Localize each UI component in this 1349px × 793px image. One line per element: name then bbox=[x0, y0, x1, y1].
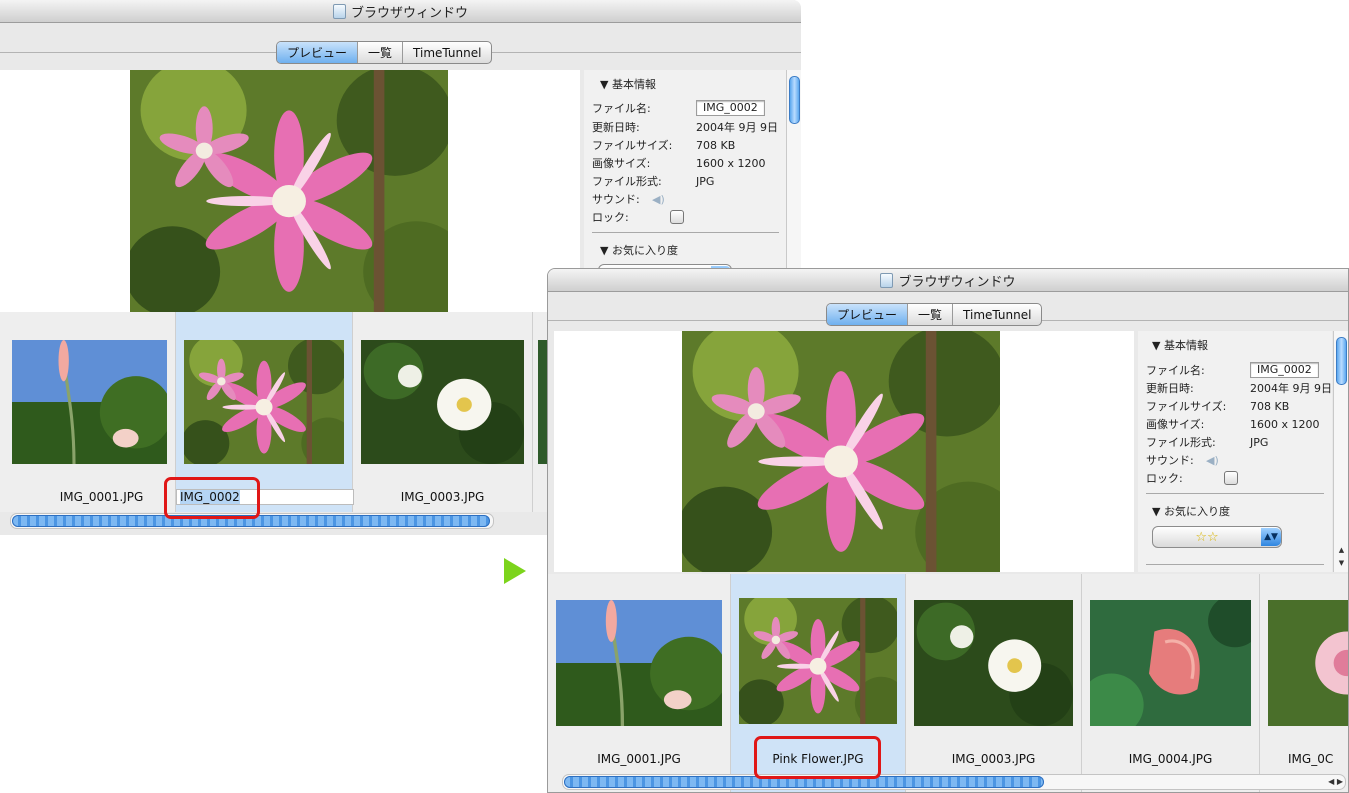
tab-list[interactable]: 一覧 bbox=[908, 304, 954, 325]
info-divider bbox=[592, 232, 779, 233]
info-divider bbox=[1146, 564, 1324, 565]
thumbnail-caption[interactable]: IMG_0003.JPG bbox=[906, 752, 1081, 766]
tab-preview[interactable]: プレビュー bbox=[277, 42, 359, 63]
thumbnail-caption[interactable]: IMG_0C bbox=[1288, 752, 1348, 766]
thumbnail-cell[interactable]: IMG_0C bbox=[1260, 574, 1348, 792]
info-divider bbox=[1146, 493, 1324, 494]
scroll-thumb[interactable] bbox=[789, 76, 800, 124]
window-title: ブラウザウィンドウ bbox=[898, 274, 1016, 290]
view-tabs: プレビュー 一覧 TimeTunnel bbox=[276, 41, 493, 64]
info-row-filename: ファイル名: IMG_0002 bbox=[1138, 362, 1319, 378]
favorite-popup[interactable]: ☆☆ ▲▼ bbox=[1152, 526, 1282, 548]
section-basic-info[interactable]: ▼ 基本情報 bbox=[600, 76, 656, 92]
info-row-lock: ロック: bbox=[584, 209, 684, 225]
section-basic-info[interactable]: ▼ 基本情報 bbox=[1152, 337, 1208, 353]
tab-preview[interactable]: プレビュー bbox=[827, 304, 909, 325]
thumbnail-image bbox=[914, 600, 1073, 726]
window-titlebar[interactable]: ブラウザウィンドウ bbox=[0, 0, 801, 23]
thumbnail-caption[interactable]: IMG_0001.JPG bbox=[28, 490, 175, 504]
info-row-modified: 更新日時: 2004年 9月 9日 bbox=[592, 121, 778, 134]
thumbnail-caption[interactable]: IMG_0003.JPG bbox=[353, 490, 532, 504]
window-title: ブラウザウィンドウ bbox=[350, 5, 468, 21]
info-row-lock: ロック: bbox=[1138, 470, 1238, 486]
document-icon bbox=[332, 3, 346, 19]
info-row-filename: ファイル名: IMG_0002 bbox=[584, 100, 765, 116]
info-scrollbar[interactable]: ▲ ▼ bbox=[1333, 331, 1348, 572]
thumbnail-image bbox=[1268, 600, 1348, 726]
thumbnail-cell[interactable]: IMG_0001.JPG bbox=[0, 312, 176, 512]
speaker-icon[interactable]: ◀︎) bbox=[652, 193, 665, 206]
play-arrow-icon bbox=[504, 558, 526, 584]
preview-area bbox=[554, 331, 1134, 572]
thumbnail-caption[interactable]: IMG_0004.JPG bbox=[1082, 752, 1259, 766]
scroll-arrows-icon[interactable]: ◀ ▶ bbox=[1328, 775, 1343, 788]
file-name-field[interactable]: IMG_0002 bbox=[696, 100, 765, 116]
popup-arrows-icon: ▲▼ bbox=[1261, 528, 1281, 546]
thumbnail-image bbox=[361, 340, 524, 464]
thumbnail-image bbox=[1090, 600, 1251, 726]
highlight-box bbox=[754, 736, 881, 779]
scroll-thumb[interactable] bbox=[1336, 337, 1347, 385]
section-favorite[interactable]: ▼ お気に入り度 bbox=[600, 242, 678, 258]
thumbnail-image bbox=[739, 598, 897, 724]
thumbnail-image bbox=[556, 600, 722, 726]
preview-area bbox=[0, 70, 580, 312]
scroll-arrows-icon[interactable]: ▲ ▼ bbox=[1334, 544, 1348, 572]
file-name-field[interactable]: IMG_0002 bbox=[1250, 362, 1319, 378]
preview-image bbox=[130, 70, 448, 312]
tab-timetunnel[interactable]: TimeTunnel bbox=[403, 42, 491, 63]
preview-image bbox=[682, 331, 1000, 572]
info-pane: ▼ 基本情報 ファイル名: IMG_0002 更新日時: 2004年 9月 9日… bbox=[1138, 331, 1332, 572]
view-tabs: プレビュー 一覧 TimeTunnel bbox=[826, 303, 1043, 326]
info-row-imagesize: 画像サイズ: 1600 x 1200 bbox=[1146, 417, 1320, 432]
thumbnail-cell[interactable]: IMG_0001.JPG bbox=[548, 574, 731, 792]
info-row-format: ファイル形式: JPG bbox=[1146, 435, 1269, 450]
info-row-sound: サウンド: ◀︎) bbox=[1146, 453, 1219, 468]
info-row-filesize: ファイルサイズ: 708 KB bbox=[1146, 399, 1290, 414]
browser-window-front: ブラウザウィンドウ プレビュー 一覧 TimeTunnel ▼ 基本情報 ファイ… bbox=[547, 268, 1349, 793]
thumbnail-cell[interactable]: IMG_0003.JPG bbox=[353, 312, 533, 512]
info-row-imagesize: 画像サイズ: 1600 x 1200 bbox=[592, 156, 766, 171]
document-icon bbox=[880, 272, 894, 288]
thumbnail-image bbox=[12, 340, 167, 464]
thumbnail-cell[interactable]: IMG_0003.JPG bbox=[906, 574, 1082, 792]
lock-checkbox[interactable] bbox=[1224, 471, 1238, 485]
thumbnail-strip: IMG_0001.JPG Pink Flower.JPG IMG_0003.JP… bbox=[548, 574, 1348, 792]
thumbnail-caption[interactable]: IMG_0001.JPG bbox=[548, 752, 730, 766]
thumbnail-image bbox=[184, 340, 344, 464]
info-row-sound: サウンド: ◀︎) bbox=[592, 192, 665, 207]
speaker-icon[interactable]: ◀︎) bbox=[1206, 454, 1219, 467]
window-titlebar[interactable]: ブラウザウィンドウ bbox=[548, 269, 1348, 292]
thumbnail-scrollbar[interactable]: ◀ ▶ bbox=[562, 774, 1346, 790]
tab-timetunnel[interactable]: TimeTunnel bbox=[953, 304, 1041, 325]
favorite-stars: ☆☆ bbox=[1195, 529, 1219, 545]
thumbnail-cell[interactable]: IMG_0004.JPG bbox=[1082, 574, 1260, 792]
highlight-box bbox=[164, 477, 260, 519]
tab-list[interactable]: 一覧 bbox=[358, 42, 404, 63]
section-favorite[interactable]: ▼ お気に入り度 bbox=[1152, 503, 1230, 519]
info-row-filesize: ファイルサイズ: 708 KB bbox=[592, 138, 736, 153]
info-row-modified: 更新日時: 2004年 9月 9日 bbox=[1146, 382, 1332, 395]
info-row-format: ファイル形式: JPG bbox=[592, 174, 715, 189]
lock-checkbox[interactable] bbox=[670, 210, 684, 224]
